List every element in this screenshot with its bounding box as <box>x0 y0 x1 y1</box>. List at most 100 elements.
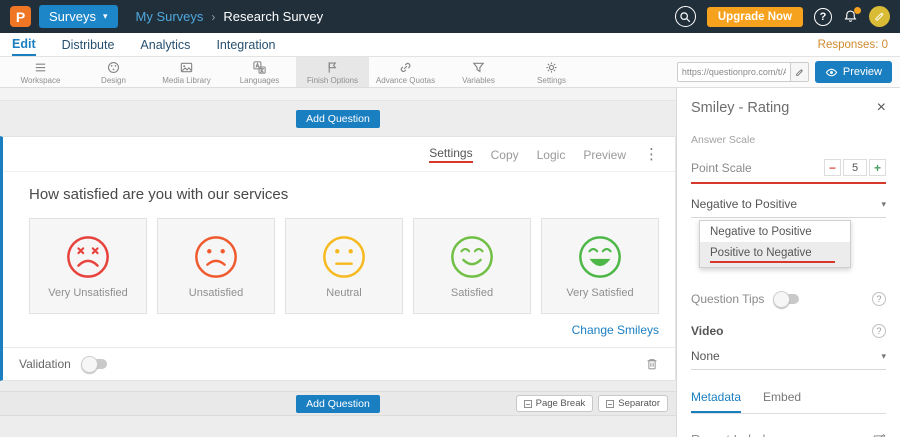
option-annotation-underline <box>710 261 835 263</box>
search-icon[interactable] <box>675 6 696 27</box>
survey-nav: Edit Distribute Analytics Integration Re… <box>0 33 900 57</box>
breadcrumb-my-surveys[interactable]: My Surveys <box>136 9 204 24</box>
smiley-label: Very Satisfied <box>566 287 633 299</box>
responses-count[interactable]: Responses: 0 <box>818 39 888 51</box>
question-action-preview[interactable]: Preview <box>583 148 626 162</box>
unsatisfied-smiley-icon <box>193 234 239 280</box>
chevron-down-icon: ▾ <box>103 11 108 22</box>
smiley-label: Unsatisfied <box>189 287 243 299</box>
question-action-settings[interactable]: Settings <box>429 146 472 163</box>
tab-embed[interactable]: Embed <box>763 390 801 413</box>
question-title[interactable]: How satisfied are you with our services <box>29 186 659 203</box>
survey-url-input[interactable] <box>678 63 790 81</box>
more-options-dots-icon[interactable]: ⋮ <box>644 147 659 162</box>
close-icon[interactable]: × <box>877 100 886 116</box>
help-icon[interactable]: ? <box>814 8 832 26</box>
footer-right-buttons: Page Break Separator <box>516 395 668 412</box>
report-label-input[interactable] <box>691 432 873 437</box>
video-label: Video <box>691 324 723 338</box>
canvas-strip <box>0 88 676 101</box>
toolbar-item-label: Finish Options <box>307 76 358 85</box>
toolbar-item-label: Media Library <box>162 76 210 85</box>
video-help-icon[interactable]: ? <box>872 324 886 338</box>
toolbar-item-workspace[interactable]: Workspace <box>4 57 77 87</box>
point-scale-stepper: − 5 + <box>824 159 886 176</box>
decrement-button[interactable]: − <box>824 159 841 176</box>
tab-edit[interactable]: Edit <box>12 33 36 56</box>
smiley-option-very-unsatisfied[interactable]: Very Unsatisfied <box>29 218 147 314</box>
neutral-smiley-icon <box>321 234 367 280</box>
page-break-label: Page Break <box>536 398 586 409</box>
sidebar-header: Smiley - Rating × <box>691 100 886 116</box>
option-label: Positive to Negative <box>710 247 812 259</box>
smiley-option-very-satisfied[interactable]: Very Satisfied <box>541 218 659 314</box>
toolbar-item-variables[interactable]: Variables <box>442 57 515 87</box>
smiley-option-neutral[interactable]: Neutral <box>285 218 403 314</box>
question-action-logic[interactable]: Logic <box>537 148 566 162</box>
change-smileys-link[interactable]: Change Smileys <box>572 323 659 337</box>
tab-integration[interactable]: Integration <box>216 33 275 56</box>
very-unsatisfied-smiley-icon <box>65 234 111 280</box>
chevron-down-icon: ▾ <box>881 351 886 362</box>
tab-metadata[interactable]: Metadata <box>691 390 741 413</box>
upgrade-now-button[interactable]: Upgrade Now <box>707 7 803 27</box>
tab-analytics[interactable]: Analytics <box>140 33 190 56</box>
preview-label: Preview <box>843 66 882 78</box>
toolbar-item-label: Workspace <box>21 76 61 85</box>
toolbar-item-media-library[interactable]: Media Library <box>150 57 223 87</box>
question-tips-help-icon[interactable]: ? <box>872 292 886 306</box>
add-question-button-top[interactable]: Add Question <box>296 110 380 128</box>
edit-url-pencil-icon[interactable] <box>790 63 808 81</box>
add-question-row-top: Add Question <box>0 101 676 136</box>
smiley-option-satisfied[interactable]: Satisfied <box>413 218 531 314</box>
user-avatar[interactable] <box>869 6 890 27</box>
surveys-product-switcher[interactable]: Surveys ▾ <box>39 5 118 28</box>
scale-direction-dropdown-menu: Negative to Positive Positive to Negativ… <box>699 220 851 268</box>
validation-label: Validation <box>19 357 71 371</box>
very-satisfied-smiley-icon <box>577 234 623 280</box>
toolbar-item-languages[interactable]: Languages <box>223 57 296 87</box>
media-library-icon <box>179 60 194 75</box>
toolbar-item-design[interactable]: Design <box>77 57 150 87</box>
scale-direction-select[interactable]: Negative to Positive ▾ <box>691 197 886 218</box>
preview-button[interactable]: Preview <box>815 61 892 83</box>
smiley-row: Very Unsatisfied Unsatisfied <box>29 218 659 314</box>
increment-button[interactable]: + <box>869 159 886 176</box>
page-break-button[interactable]: Page Break <box>516 395 594 412</box>
question-tips-toggle[interactable] <box>773 294 799 304</box>
tab-distribute[interactable]: Distribute <box>62 33 115 56</box>
question-action-copy[interactable]: Copy <box>491 148 519 162</box>
smiley-option-unsatisfied[interactable]: Unsatisfied <box>157 218 275 314</box>
toolbar-item-settings[interactable]: Settings <box>515 57 588 87</box>
variables-filter-icon <box>471 60 486 75</box>
question-tips-row: Question Tips ? <box>691 292 886 306</box>
sidebar-tabs: Metadata Embed <box>691 390 886 414</box>
option-positive-to-negative[interactable]: Positive to Negative <box>700 242 850 267</box>
breadcrumb: My Surveys › Research Survey <box>136 9 324 24</box>
report-label-edit-icon[interactable] <box>873 433 886 437</box>
option-negative-to-positive[interactable]: Negative to Positive <box>700 221 850 242</box>
toolbar-item-label: Settings <box>537 76 566 85</box>
quotas-link-icon <box>398 60 413 75</box>
chevron-down-icon: ▾ <box>881 199 886 210</box>
notifications-bell-icon[interactable] <box>843 9 858 24</box>
validation-toggle[interactable] <box>81 359 107 369</box>
add-question-button-bottom[interactable]: Add Question <box>296 395 380 413</box>
toolbar-item-advance-quotas[interactable]: Advance Quotas <box>369 57 442 87</box>
topbar-actions: Upgrade Now ? <box>675 6 890 27</box>
toolbar-item-label: Languages <box>240 76 280 85</box>
delete-question-trash-icon[interactable] <box>645 357 659 371</box>
separator-button[interactable]: Separator <box>598 395 668 412</box>
smiley-label: Satisfied <box>451 287 493 299</box>
toolbar-item-label: Design <box>101 76 126 85</box>
video-select[interactable]: None ▾ <box>691 349 886 370</box>
change-smileys-row: Change Smileys <box>29 314 659 347</box>
toolbar-item-label: Advance Quotas <box>376 76 435 85</box>
question-card: Settings Copy Logic Preview ⋮ How satisf… <box>0 136 676 381</box>
toolbar-item-finish-options[interactable]: Finish Options <box>296 57 369 87</box>
questionpro-logo[interactable]: P <box>10 6 31 27</box>
app-window: P Surveys ▾ My Surveys › Research Survey… <box>0 0 900 437</box>
main-area: Add Question Settings Copy Logic Preview… <box>0 88 900 437</box>
workspace-icon <box>33 60 48 75</box>
settings-gear-icon <box>544 60 559 75</box>
